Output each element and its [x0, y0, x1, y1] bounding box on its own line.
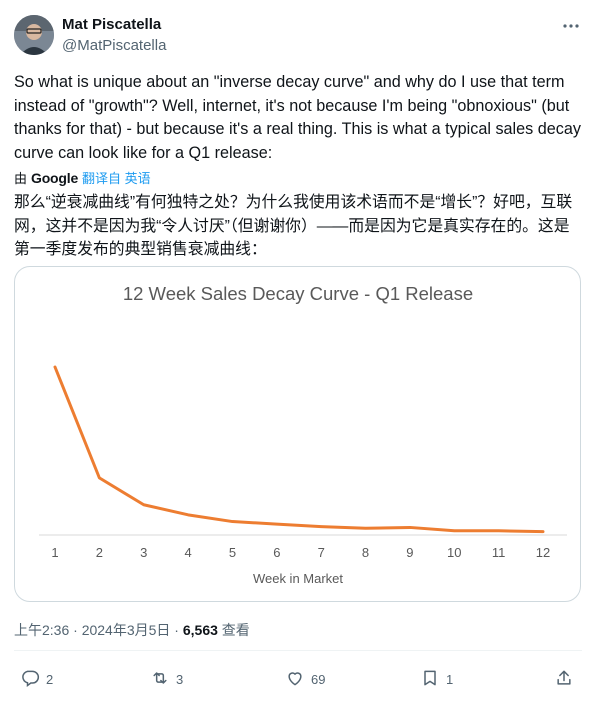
chart-image[interactable]: 12 Week Sales Decay Curve - Q1 Release 1… [14, 266, 581, 602]
repost-button[interactable]: 3 [150, 668, 183, 690]
tweet-text: So what is unique about an "inverse deca… [14, 73, 581, 162]
share-icon [554, 668, 574, 691]
avatar[interactable] [14, 15, 54, 55]
x-tick-label: 3 [140, 545, 147, 560]
translation-attribution: 由 Google 翻译自 英语 [14, 168, 151, 187]
view-count: 6,563 [182, 622, 218, 638]
bookmark-count: 1 [446, 671, 454, 687]
views-label: 查看 [217, 622, 250, 638]
x-tick-label: 12 [536, 545, 550, 560]
google-logo: Google [31, 169, 79, 186]
divider [14, 650, 582, 651]
tweet-meta: 上午2:36 · 2024年3月5日 · 6,563 查看 [14, 620, 250, 640]
reply-icon [20, 668, 40, 691]
x-tick-label: 4 [184, 545, 191, 560]
x-tick-label: 10 [447, 545, 461, 560]
timestamp[interactable]: 上午2:36 · 2024年3月5日 · [14, 622, 183, 638]
x-axis-label: Week in Market [253, 571, 343, 586]
share-button[interactable] [554, 668, 574, 690]
chart-title: 12 Week Sales Decay Curve - Q1 Release [123, 283, 473, 304]
user-handle[interactable]: @MatPiscatella [62, 37, 166, 54]
translated-prefix: 由 [14, 171, 28, 186]
reply-button[interactable]: 2 [20, 668, 53, 690]
like-button[interactable]: 69 [285, 668, 325, 690]
x-tick-label: 1 [51, 545, 58, 560]
x-tick-label: 5 [229, 545, 236, 560]
x-tick-label: 8 [362, 545, 369, 560]
repost-count: 3 [176, 671, 184, 687]
more-icon[interactable] [558, 13, 584, 39]
reply-count: 2 [46, 671, 54, 687]
x-tick-label: 2 [96, 545, 103, 560]
like-icon [285, 668, 305, 691]
series-line [53, 365, 545, 534]
repost-icon [150, 668, 170, 691]
translated-from-link[interactable]: 翻译自 英语 [82, 168, 151, 187]
x-tick-label: 11 [492, 545, 506, 560]
bookmark-icon [420, 668, 440, 691]
translated-text: 那么“逆衰减曲线”有何独特之处？为什么我使用该术语而不是“增长”？好吧，互联网，… [14, 194, 573, 258]
like-count: 69 [311, 671, 326, 687]
bookmark-button[interactable]: 1 [420, 668, 453, 690]
x-tick-label: 7 [318, 545, 325, 560]
x-tick-label: 6 [273, 545, 280, 560]
chart-svg: 12 Week Sales Decay Curve - Q1 Release 1… [39, 283, 567, 586]
x-tick-label: 9 [406, 545, 413, 560]
display-name[interactable]: Mat Piscatella [62, 16, 161, 33]
